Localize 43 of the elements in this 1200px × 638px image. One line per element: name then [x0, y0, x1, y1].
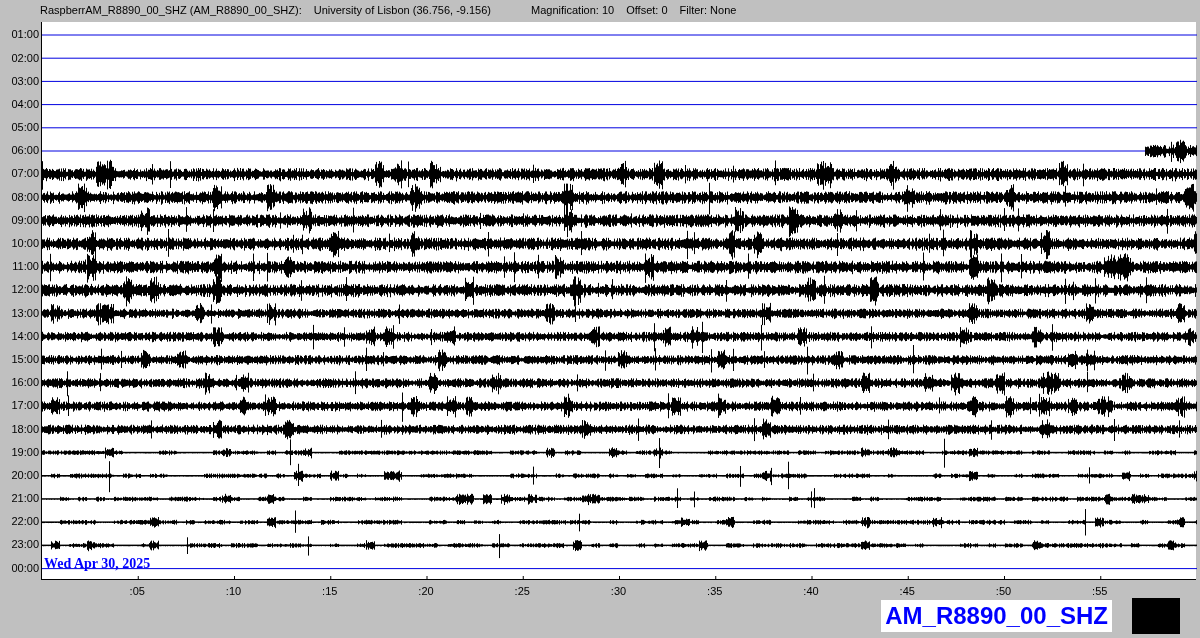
- hour-label: 05:00: [11, 120, 39, 136]
- hour-label: 07:00: [11, 166, 39, 182]
- hour-label: 22:00: [11, 514, 39, 530]
- hour-label: 12:00: [11, 282, 39, 298]
- hour-label: 19:00: [11, 444, 39, 460]
- time-tick-label: :45: [899, 584, 915, 599]
- hour-label: 17:00: [11, 398, 39, 414]
- date-label: Wed Apr 30, 2025: [44, 557, 151, 571]
- hour-label: 02:00: [11, 50, 39, 66]
- time-tick-label: :05: [129, 584, 145, 599]
- hour-label: 09:00: [11, 212, 39, 228]
- hour-label: 11:00: [12, 259, 39, 275]
- hour-label: 06:00: [11, 143, 39, 159]
- hour-label: 15:00: [11, 351, 39, 367]
- hour-label: 01:00: [11, 27, 39, 43]
- time-tick-label: :40: [803, 584, 819, 599]
- status-indicator: [1132, 598, 1180, 634]
- station-title: RaspberrAM_R8890_00_SHZ (AM_R8890_00_SHZ):: [40, 2, 302, 18]
- hour-label: 23:00: [11, 537, 39, 553]
- hour-label: 08:00: [11, 189, 39, 205]
- magnification-text: Magnification: 10: [531, 2, 615, 18]
- time-tick-label: :20: [418, 584, 434, 599]
- hour-label: 10:00: [11, 236, 39, 252]
- location-text: University of Lisbon (36.756, -9.156): [313, 2, 491, 18]
- hour-label: 03:00: [11, 73, 39, 89]
- station-label: AM_R8890_00_SHZ: [881, 600, 1112, 632]
- offset-text: Offset: 0: [626, 2, 668, 18]
- hour-label: 04:00: [11, 96, 39, 112]
- hour-label: 21:00: [11, 491, 39, 507]
- time-tick-label: :25: [514, 584, 530, 599]
- hour-label: 00:00: [11, 560, 39, 576]
- time-tick-label: :30: [610, 584, 627, 599]
- filter-text: Filter: None: [679, 2, 737, 18]
- hour-label: 14:00: [11, 328, 39, 344]
- time-tick-label: :50: [995, 584, 1012, 599]
- hour-label: 13:00: [11, 305, 39, 321]
- time-tick-label: :35: [707, 584, 723, 599]
- hour-label: 20:00: [11, 467, 39, 483]
- hour-label: 16:00: [11, 375, 39, 391]
- time-tick-label: :15: [322, 584, 338, 599]
- time-tick-label: :55: [1092, 584, 1108, 599]
- hour-label: 18:00: [11, 421, 39, 437]
- time-tick-label: :10: [225, 584, 242, 599]
